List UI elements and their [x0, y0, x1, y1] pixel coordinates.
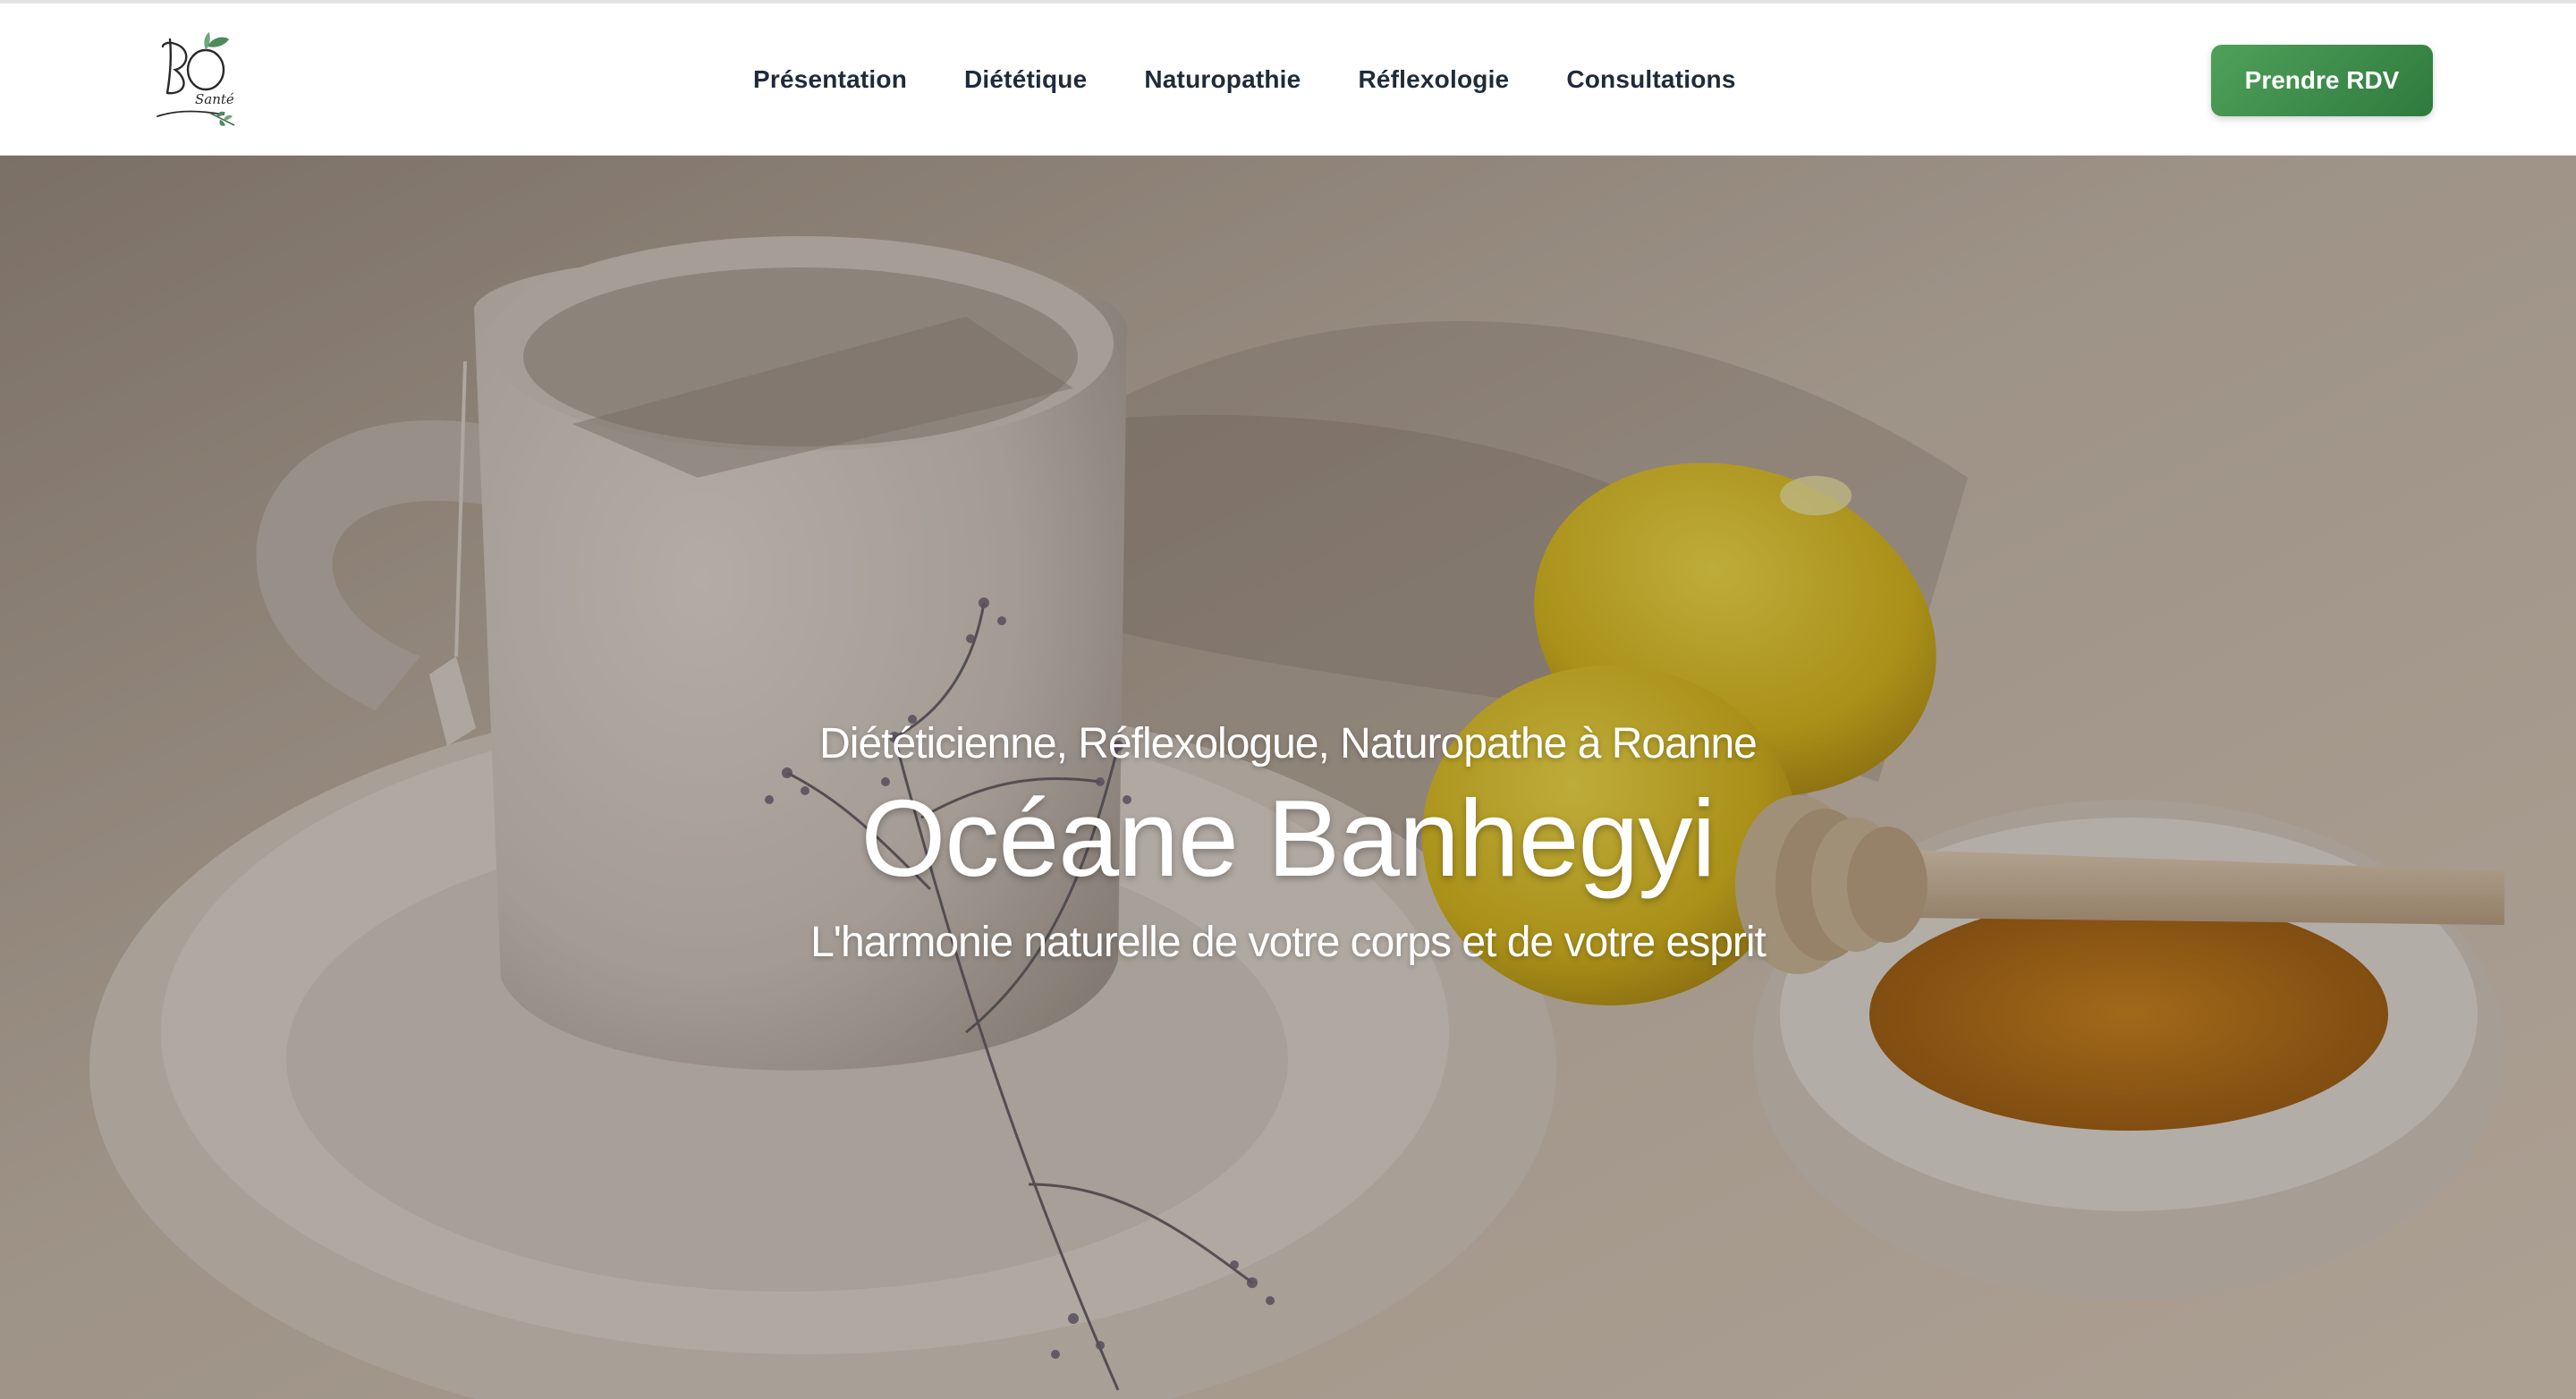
site-logo[interactable]: Santé: [154, 30, 243, 131]
nav-item-reflexologie[interactable]: Réflexologie: [1358, 65, 1509, 94]
hero-section: Diététicienne, Réflexologue, Naturopathe…: [0, 156, 2576, 1399]
main-nav: Présentation Diététique Naturopathie Réf…: [753, 4, 1736, 156]
svg-text:Santé: Santé: [195, 91, 234, 107]
site-header: Santé Présentation Diététique Naturopath…: [0, 4, 2576, 156]
nav-item-consultations[interactable]: Consultations: [1566, 65, 1735, 94]
hero-subtitle: L'harmonie naturelle de votre corps et d…: [810, 919, 1767, 966]
nav-item-dietetique[interactable]: Diététique: [964, 65, 1087, 94]
hero-pretitle: Diététicienne, Réflexologue, Naturopathe…: [819, 720, 1758, 767]
hero-text-block: Diététicienne, Réflexologue, Naturopathe…: [0, 156, 2576, 1399]
hero-title: Océane Banhegyi: [860, 777, 1716, 899]
nav-item-presentation[interactable]: Présentation: [753, 65, 907, 94]
book-appointment-button[interactable]: Prendre RDV: [2211, 45, 2433, 116]
nav-item-naturopathie[interactable]: Naturopathie: [1144, 65, 1301, 94]
bo-sante-logo-icon: Santé: [157, 32, 235, 126]
